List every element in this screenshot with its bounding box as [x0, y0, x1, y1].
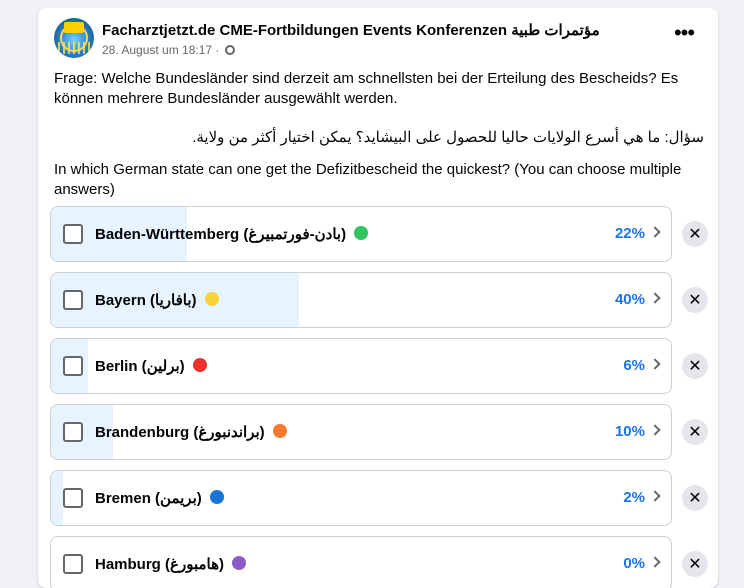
poll-option-label: Brandenburg (براندنبورغ) — [95, 423, 287, 441]
color-dot-icon — [204, 292, 219, 306]
meta-separator: · — [215, 43, 220, 57]
page-name-link[interactable]: Facharztjetzt.de CME-Fortbildungen Event… — [102, 21, 600, 39]
remove-option-button[interactable]: ✕ — [682, 221, 708, 247]
question-german: Frage: Welche Bundesländer sind derzeit … — [54, 70, 679, 107]
poll-percentage[interactable]: 6% — [623, 357, 645, 374]
post-date-link[interactable]: 28. August um 18:17 — [102, 43, 212, 57]
poll-result-bar — [51, 471, 64, 525]
poll-option[interactable]: Baden-Württemberg (بادن-فورتمبيرغ) 22% — [50, 206, 672, 262]
poll-checkbox[interactable] — [63, 224, 83, 244]
close-icon: ✕ — [688, 554, 702, 573]
globe-icon[interactable] — [224, 45, 235, 55]
color-dot-icon — [272, 424, 287, 438]
post-header: Facharztjetzt.de CME-Fortbildungen Event… — [38, 8, 718, 64]
poll-percentage[interactable]: 2% — [623, 489, 645, 506]
poll-option[interactable]: Bayern (بافاريا) 40% — [50, 272, 672, 328]
color-dot-icon — [192, 358, 207, 372]
post-text: Frage: Welche Bundesländer sind derzeit … — [54, 69, 704, 200]
chevron-right-icon[interactable] — [649, 292, 661, 304]
poll-option-text: Bremen (بريمن) — [95, 490, 202, 507]
avatar-badge-decoration — [64, 22, 84, 33]
close-icon: ✕ — [688, 290, 702, 309]
color-dot-icon — [231, 556, 246, 570]
poll-option[interactable]: Brandenburg (براندنبورغ) 10% — [50, 404, 672, 460]
remove-option-button[interactable]: ✕ — [682, 551, 708, 577]
remove-option-button[interactable]: ✕ — [682, 287, 708, 313]
remove-option-button[interactable]: ✕ — [682, 353, 708, 379]
close-icon: ✕ — [688, 488, 702, 507]
poll-option-text: Brandenburg (براندنبورغ) — [95, 424, 265, 441]
poll-option-text: Bayern (بافاريا) — [95, 292, 197, 309]
post-card: Facharztjetzt.de CME-Fortbildungen Event… — [38, 8, 718, 588]
poll-option-label: Baden-Württemberg (بادن-فورتمبيرغ) — [95, 225, 369, 243]
poll-checkbox[interactable] — [63, 488, 83, 508]
close-icon: ✕ — [688, 224, 702, 243]
poll-checkbox[interactable] — [63, 554, 83, 574]
poll-percentage[interactable]: 10% — [615, 423, 645, 440]
poll-option-text: Berlin (برلين) — [95, 358, 185, 375]
poll-option-label: Bayern (بافاريا) — [95, 291, 219, 309]
close-icon: ✕ — [688, 356, 702, 375]
poll-option-text: Hamburg (هامبورغ) — [95, 556, 224, 573]
color-dot-icon — [354, 226, 369, 240]
question-arabic: سؤال: ما هي أسرع الولايات حاليا للحصول ع… — [192, 129, 704, 146]
color-dot-icon — [209, 490, 224, 504]
close-icon: ✕ — [688, 422, 702, 441]
chevron-right-icon[interactable] — [649, 490, 661, 502]
poll-option-label: Berlin (برلين) — [95, 357, 207, 375]
poll-percentage[interactable]: 22% — [615, 225, 645, 242]
poll-checkbox[interactable] — [63, 290, 83, 310]
poll-percentage[interactable]: 40% — [615, 291, 645, 308]
poll-percentage[interactable]: 0% — [623, 555, 645, 572]
poll-option-label: Hamburg (هامبورغ) — [95, 555, 246, 573]
poll-checkbox[interactable] — [63, 422, 83, 442]
remove-option-button[interactable]: ✕ — [682, 485, 708, 511]
chevron-right-icon[interactable] — [649, 556, 661, 568]
question-english: In which German state can one get the De… — [54, 161, 682, 198]
poll-option[interactable]: Hamburg (هامبورغ) 0% — [50, 536, 672, 588]
post-meta: 28. August um 18:17 · — [102, 43, 235, 57]
avatar-lines-decoration — [58, 42, 90, 54]
chevron-right-icon[interactable] — [649, 358, 661, 370]
poll-option-text: Baden-Württemberg (بادن-فورتمبيرغ) — [95, 226, 347, 243]
poll-option[interactable]: Bremen (بريمن) 2% — [50, 470, 672, 526]
more-options-icon[interactable]: ••• — [668, 22, 700, 48]
poll-checkbox[interactable] — [63, 356, 83, 376]
poll-option-label: Bremen (بريمن) — [95, 489, 224, 507]
page-avatar[interactable] — [54, 18, 94, 58]
poll-option[interactable]: Berlin (برلين) 6% — [50, 338, 672, 394]
chevron-right-icon[interactable] — [649, 226, 661, 238]
chevron-right-icon[interactable] — [649, 424, 661, 436]
remove-option-button[interactable]: ✕ — [682, 419, 708, 445]
